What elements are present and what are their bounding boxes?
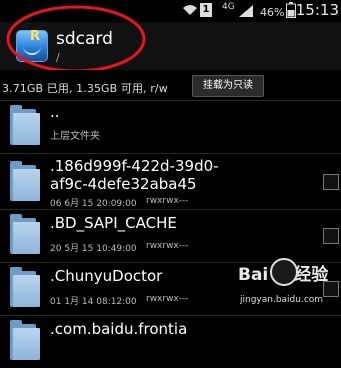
storage-usage: 3.71GB 已用, 1.35GB 可用, r/w — [2, 82, 168, 95]
baidu-jingyan-watermark: Bai 经验 jingyan.baidu.com — [238, 258, 338, 314]
file-date: 06 6月 15 20:09:00 — [50, 199, 137, 209]
file-permissions: rwxrwx--- — [146, 196, 189, 206]
file-subtitle: 上层文件夹 — [50, 131, 100, 142]
select-checkbox[interactable] — [323, 228, 339, 244]
file-name: .. — [50, 103, 60, 121]
clock: 15:13 — [295, 1, 339, 19]
list-item[interactable]: .186d999f-422d-39d0- af9c-4defe32aba45 0… — [0, 153, 341, 209]
signal-icon — [238, 4, 254, 21]
select-checkbox[interactable] — [323, 174, 339, 190]
list-item-parent[interactable]: .. 上层文件夹 — [0, 100, 341, 153]
file-list: .. 上层文件夹 .186d999f-422d-39d0- af9c-4defe… — [0, 100, 341, 368]
sim-badge: 1 — [200, 3, 212, 17]
folder-icon — [10, 105, 40, 145]
watermark-url: jingyan.baidu.com — [240, 295, 324, 305]
storage-info-bar: 3.71GB 已用, 1.35GB 可用, r/w 挂载为只读 — [0, 70, 341, 100]
file-permissions: rwxrwx--- — [146, 241, 189, 251]
folder-icon — [10, 161, 40, 201]
file-name: .ChunyuDoctor — [50, 267, 163, 285]
list-item[interactable]: .BD_SAPI_CACHE 20 5月 15 10:49:00 rwxrwx-… — [0, 209, 341, 262]
mount-read-only-button[interactable]: 挂载为只读 — [192, 75, 264, 97]
battery-icon — [286, 2, 296, 21]
file-name: .com.baidu.frontia — [50, 320, 188, 338]
folder-icon — [10, 267, 40, 307]
battery-percent: 46% — [260, 6, 285, 19]
file-date: 20 5月 15 10:49:00 — [50, 244, 137, 254]
red-annotation-circle — [6, 5, 146, 73]
wifi-icon — [182, 4, 198, 19]
list-item[interactable]: .com.baidu.frontia — [0, 315, 341, 368]
file-date: 01 1月 14 08:12:00 — [50, 297, 137, 307]
baidu-paw-icon — [270, 258, 298, 286]
file-name-line2: af9c-4defe32aba45 — [50, 175, 197, 193]
folder-icon — [10, 320, 40, 360]
folder-icon — [10, 214, 40, 254]
file-name: .BD_SAPI_CACHE — [50, 214, 177, 232]
file-name: .186d999f-422d-39d0- — [50, 157, 219, 175]
network-type: 4G — [222, 2, 235, 12]
file-permissions: rwxrwx--- — [146, 294, 189, 304]
